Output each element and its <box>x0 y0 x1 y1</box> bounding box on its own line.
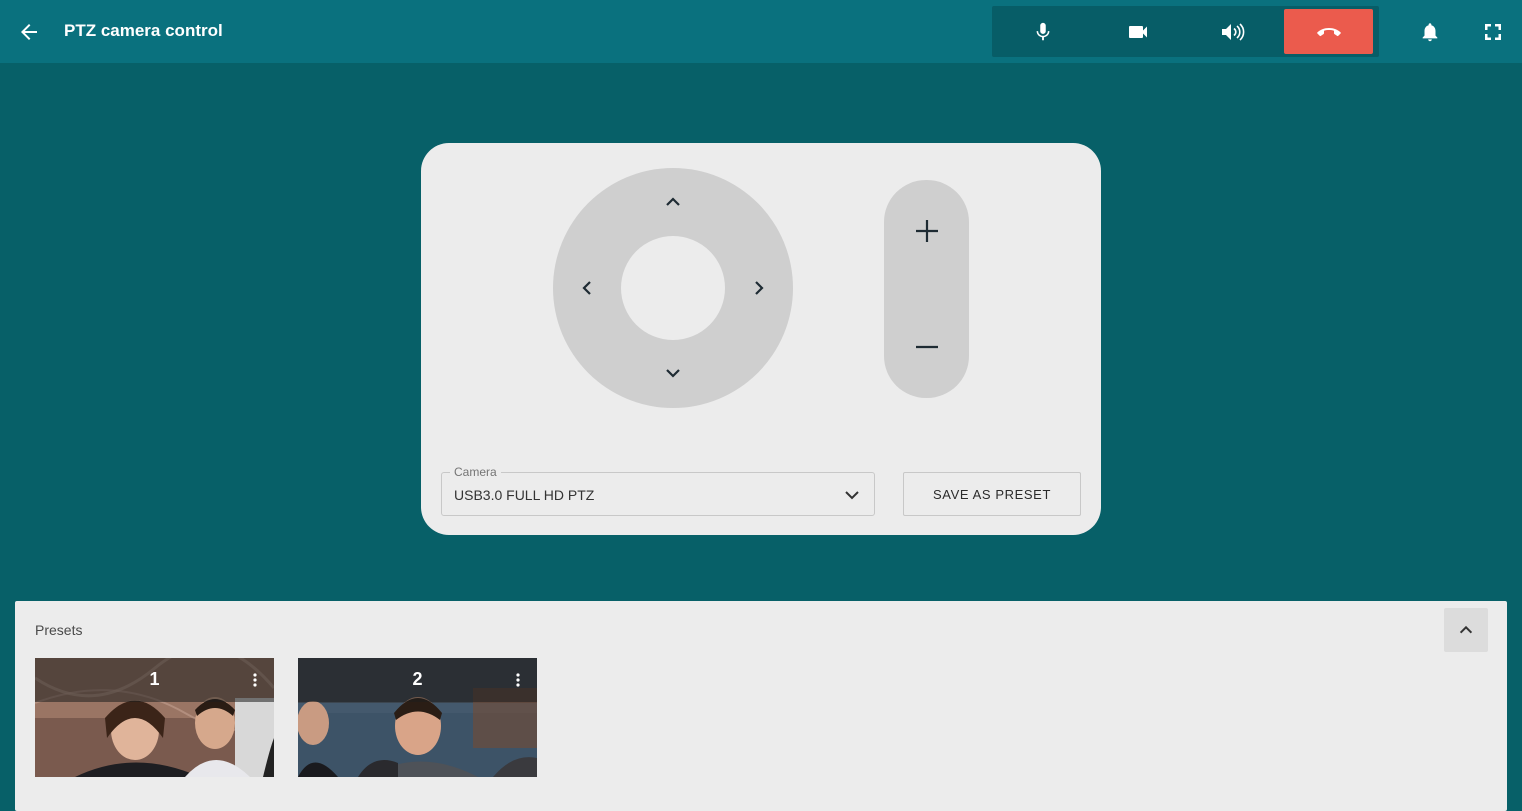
direction-pad <box>553 168 793 408</box>
camera-select-label: Camera <box>450 465 501 479</box>
preset-header: 1 <box>35 658 274 702</box>
camera-select[interactable]: Camera USB3.0 FULL HD PTZ <box>441 465 875 516</box>
speaker-button[interactable] <box>1188 9 1277 54</box>
preset-menu-button[interactable] <box>511 668 525 692</box>
preset-thumbnail[interactable]: 1 <box>35 658 274 777</box>
presets-title: Presets <box>35 622 83 638</box>
pan-left-button[interactable] <box>567 268 607 308</box>
preset-header: 2 <box>298 658 537 702</box>
zoom-control <box>884 180 969 398</box>
phone-hangup-icon <box>1316 27 1341 36</box>
fullscreen-button[interactable] <box>1475 14 1511 50</box>
chevron-up-icon <box>666 197 680 206</box>
chevron-down-icon <box>845 491 859 500</box>
video-camera-icon <box>1128 25 1147 38</box>
preset-number: 1 <box>149 669 160 689</box>
collapse-presets-button[interactable] <box>1444 608 1488 652</box>
preset-thumbnail[interactable]: 2 <box>298 658 537 777</box>
zoom-in-button[interactable] <box>904 208 949 253</box>
more-vert-icon <box>516 673 520 687</box>
plus-icon <box>915 219 938 242</box>
call-controls <box>992 6 1379 57</box>
back-button[interactable] <box>12 15 46 49</box>
bell-icon <box>1422 23 1438 42</box>
chevron-down-icon <box>666 369 680 378</box>
notifications-button[interactable] <box>1412 14 1448 50</box>
more-vert-icon <box>253 673 257 687</box>
pan-up-button[interactable] <box>653 182 693 222</box>
ptz-control-card: Camera USB3.0 FULL HD PTZ SAVE AS PRESET <box>421 143 1101 535</box>
speaker-icon <box>1221 22 1244 41</box>
fullscreen-icon <box>1485 24 1501 40</box>
preset-menu-button[interactable] <box>248 668 262 692</box>
chevron-left-icon <box>582 281 591 295</box>
camera-select-value: USB3.0 FULL HD PTZ <box>454 487 595 503</box>
chevron-up-icon <box>1459 625 1473 634</box>
hang-up-button[interactable] <box>1284 9 1373 54</box>
top-bar: PTZ camera control <box>0 0 1522 63</box>
microphone-icon <box>1036 22 1049 40</box>
preset-number: 2 <box>412 669 423 689</box>
zoom-out-button[interactable] <box>904 324 949 369</box>
save-as-preset-button[interactable]: SAVE AS PRESET <box>903 472 1081 516</box>
presets-panel: Presets 1 2 <box>15 601 1507 811</box>
microphone-button[interactable] <box>998 9 1087 54</box>
home-position-button[interactable] <box>621 236 725 340</box>
pan-right-button[interactable] <box>739 268 779 308</box>
minus-icon <box>915 345 938 348</box>
chevron-right-icon <box>755 281 764 295</box>
camera-button[interactable] <box>1093 9 1182 54</box>
arrow-left-icon <box>21 24 37 40</box>
page-title: PTZ camera control <box>64 21 223 40</box>
pan-down-button[interactable] <box>653 353 693 393</box>
